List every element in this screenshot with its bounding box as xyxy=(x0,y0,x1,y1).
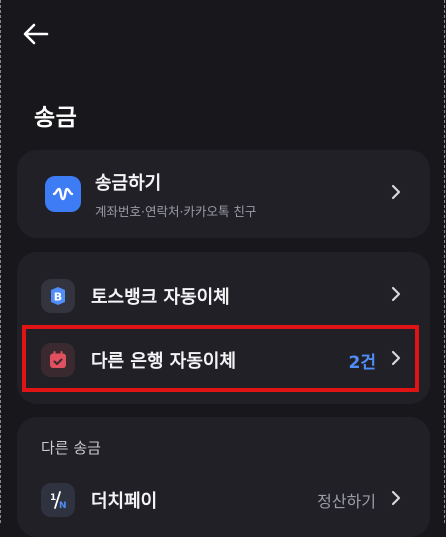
send-money-subtitle: 계좌번호·연락처·카카오톡 친구 xyxy=(95,203,257,219)
calendar-check-icon xyxy=(41,343,75,377)
auto-transfer-count: 2건 xyxy=(348,352,376,373)
send-money-label: 송금하기 xyxy=(95,172,162,194)
auto-transfer-card: B 토스뱅크 자동이체 다른 은행 자동이체 2건 xyxy=(17,252,430,404)
back-button[interactable] xyxy=(22,20,50,48)
settle-action-text: 정산하기 xyxy=(317,492,376,511)
send-card: 송금하기 계좌번호·연락처·카카오톡 친구 xyxy=(17,150,430,238)
touch-pay-icon: 1 N xyxy=(41,483,75,517)
section-label: 다른 송금 xyxy=(41,439,101,457)
other-bank-auto-transfer-row[interactable]: 다른 은행 자동이체 2건 xyxy=(17,340,430,380)
arrow-left-icon xyxy=(23,23,49,45)
left-edge-dash xyxy=(0,0,1,523)
svg-text:1: 1 xyxy=(50,493,56,503)
chevron-right-icon xyxy=(390,490,402,511)
chevron-right-icon xyxy=(390,184,402,205)
page-title: 송금 xyxy=(34,105,78,131)
dutch-pay-row[interactable]: 1 N 더치페이 정산하기 xyxy=(17,481,430,519)
other-send-card: 다른 송금 1 N 더치페이 정산하기 xyxy=(17,417,430,537)
svg-text:N: N xyxy=(59,501,67,510)
tossbank-auto-transfer-row[interactable]: B 토스뱅크 자동이체 xyxy=(17,276,430,316)
toss-send-icon xyxy=(45,176,81,212)
right-edge-dash xyxy=(444,0,445,523)
svg-text:B: B xyxy=(54,291,62,304)
chevron-right-icon xyxy=(390,350,402,371)
tossbank-auto-transfer-label: 토스뱅크 자동이체 xyxy=(91,287,230,308)
dutch-pay-label: 더치페이 xyxy=(91,491,158,512)
chevron-right-icon xyxy=(390,286,402,307)
send-money-row[interactable]: 송금하기 계좌번호·연락처·카카오톡 친구 xyxy=(17,166,430,222)
toss-bank-b-icon: B xyxy=(41,279,75,313)
other-bank-auto-transfer-label: 다른 은행 자동이체 xyxy=(91,351,237,372)
